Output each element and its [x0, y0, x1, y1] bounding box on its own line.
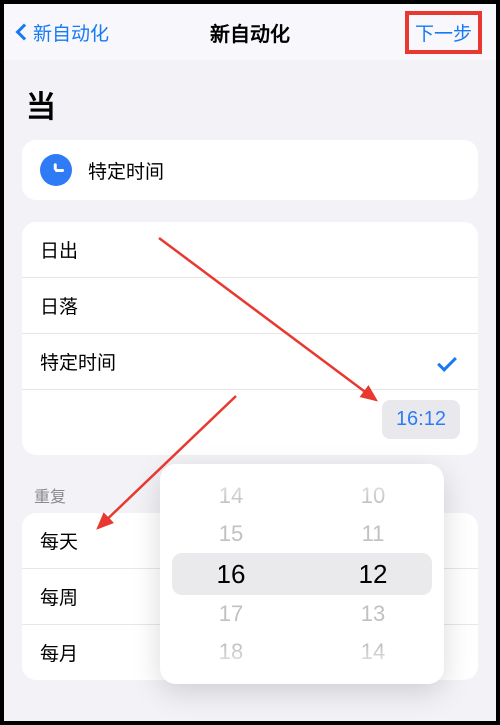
picker-item: 11 — [302, 515, 444, 553]
clock-icon — [40, 154, 72, 186]
next-button[interactable]: 下一步 — [415, 19, 472, 46]
when-heading: 当 — [4, 60, 496, 140]
sunset-row[interactable]: 日落 — [22, 277, 478, 333]
picker-item: 10 — [302, 477, 444, 515]
picker-item-selected: 12 — [302, 553, 444, 595]
picker-item: 18 — [160, 633, 302, 671]
trigger-type-card: 特定时间 — [22, 140, 478, 200]
specific-time-option-row[interactable]: 特定时间 — [22, 333, 478, 389]
picker-item: 14 — [160, 477, 302, 515]
hour-picker-column[interactable]: 14 15 16 17 18 — [160, 477, 302, 671]
repeat-weekly-label: 每周 — [40, 583, 78, 610]
chevron-left-icon — [16, 24, 33, 41]
minute-picker-column[interactable]: 10 11 12 13 14 — [302, 477, 444, 671]
sunrise-row[interactable]: 日出 — [22, 222, 478, 277]
back-button[interactable]: 新自动化 — [18, 19, 109, 46]
picker-item-selected: 16 — [160, 553, 302, 595]
annotation-highlight-box: 下一步 — [405, 11, 482, 54]
specific-time-label: 特定时间 — [88, 157, 164, 184]
picker-item: 14 — [302, 633, 444, 671]
selected-time-area: 16:12 — [22, 389, 478, 455]
picker-item: 13 — [302, 595, 444, 633]
specific-time-option-label: 特定时间 — [40, 348, 116, 375]
sunset-label: 日落 — [40, 292, 78, 319]
specific-time-row[interactable]: 特定时间 — [22, 140, 478, 200]
back-label: 新自动化 — [33, 19, 109, 46]
picker-item: 17 — [160, 595, 302, 633]
checkmark-icon — [437, 352, 457, 372]
navigation-bar: 新自动化 新自动化 下一步 — [4, 4, 496, 60]
time-picker-popover[interactable]: 14 15 16 17 18 10 11 12 13 14 — [160, 464, 444, 684]
picker-item: 15 — [160, 515, 302, 553]
time-options-card: 日出 日落 特定时间 16:12 — [22, 222, 478, 455]
selected-time-chip[interactable]: 16:12 — [382, 400, 460, 439]
repeat-monthly-label: 每月 — [40, 639, 78, 666]
repeat-daily-label: 每天 — [40, 527, 78, 554]
sunrise-label: 日出 — [40, 236, 78, 263]
